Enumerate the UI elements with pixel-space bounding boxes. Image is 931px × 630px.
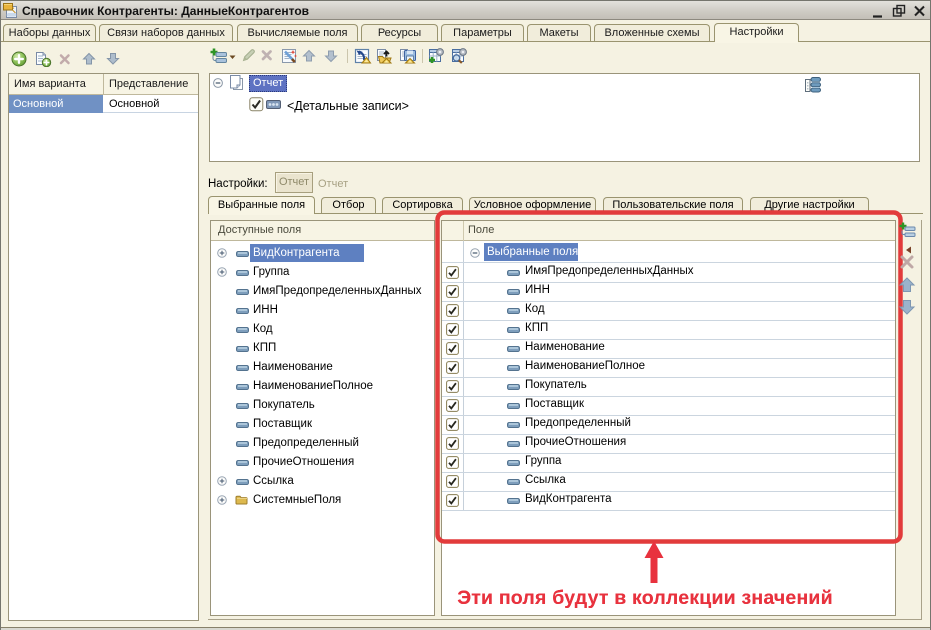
svg-text:Эти поля будут в коллекции зна: Эти поля будут в коллекции значений [457, 587, 833, 609]
